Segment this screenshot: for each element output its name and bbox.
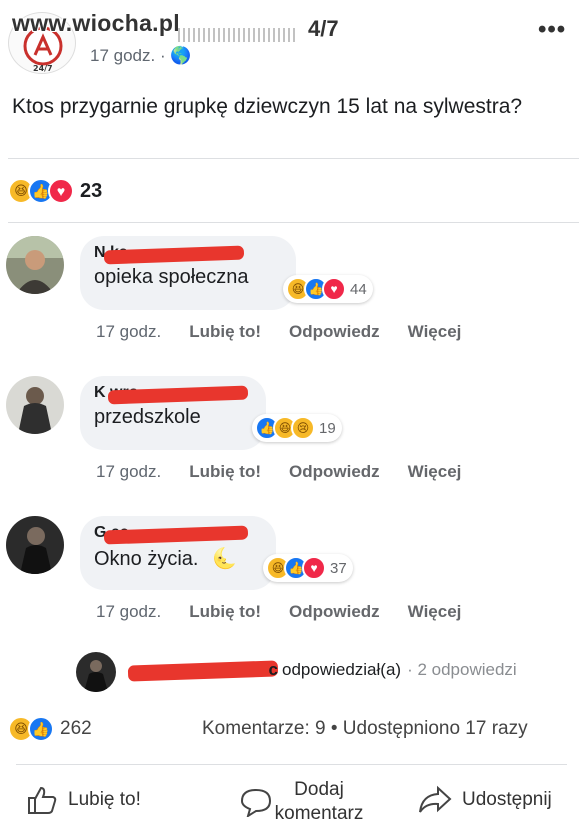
comment-text: Okno życia. 🌜 <box>94 546 262 571</box>
watermark-text: www.wiocha.pl <box>12 10 180 36</box>
redaction-mark <box>127 660 279 682</box>
page-name[interactable]: 4/7 <box>308 16 339 42</box>
reply-author-name-suffix: c <box>268 660 278 679</box>
commenter-name[interactable]: K wro <box>94 384 252 406</box>
thumbs-up-icon <box>28 786 57 814</box>
comment-text: przedszkole <box>94 406 201 428</box>
comment-like-button[interactable]: Lubię to! <box>189 322 261 342</box>
share-arrow-icon <box>419 785 452 813</box>
comment-bubble: G ec Okno życia. 🌜 <box>80 516 276 590</box>
view-replies-link[interactable]: c odpowiedział(a) · 2 odpowiedzi <box>127 660 517 682</box>
share-button[interactable]: Udostępnij <box>418 785 552 815</box>
comment-time[interactable]: 17 godz. <box>96 602 161 622</box>
commenter-avatar[interactable] <box>6 376 64 434</box>
comment-time[interactable]: 17 godz. <box>96 462 161 482</box>
divider <box>8 158 579 159</box>
comment-text: opieka społeczna <box>94 266 249 288</box>
sad-reaction-icon: 😢 <box>291 416 315 440</box>
comment-more-button[interactable]: Więcej <box>408 602 462 622</box>
post-reaction-count: 23 <box>80 179 103 202</box>
comment-bubble: K wro przedszkole <box>80 376 266 450</box>
reply-author-name: c <box>127 660 279 682</box>
commenter-avatar[interactable] <box>6 516 64 574</box>
post-timestamp[interactable]: 17 godz. · 🌎 <box>90 46 192 66</box>
comment-reply-button[interactable]: Odpowiedz <box>289 602 380 622</box>
comment-like-button[interactable]: Lubię to! <box>189 602 261 622</box>
comment-actions: 17 godz. Lubię to! Odpowiedz Więcej <box>96 602 461 622</box>
total-reaction-count: 262 <box>60 718 92 739</box>
divider <box>16 764 567 765</box>
like-reaction-icon: 👍 <box>28 716 54 742</box>
like-button-label: Lubię to! <box>68 789 141 810</box>
comment-reply-button[interactable]: Odpowiedz <box>289 462 380 482</box>
post-text: Ktos przygarnie grupkę dziewczyn 15 lat … <box>12 95 523 118</box>
comment-reaction-count: 44 <box>350 280 367 298</box>
comment-actions: 17 godz. Lubię to! Odpowiedz Więcej <box>96 322 461 342</box>
watermark-decoration <box>178 28 298 42</box>
comment-reactions[interactable]: 👍 😆 😢 19 <box>252 414 342 442</box>
svg-text:24/7: 24/7 <box>33 64 53 73</box>
more-options-icon[interactable]: ••• <box>538 16 566 44</box>
love-reaction-icon: ♥ <box>302 556 326 580</box>
comments-shares-summary[interactable]: Komentarze: 9 • Udostępniono 17 razy <box>202 718 528 740</box>
post-reactions-summary[interactable]: 😆 👍 ♥ 23 <box>8 178 102 204</box>
reply-verb: odpowiedział(a) <box>282 660 402 679</box>
comment-like-button[interactable]: Lubię to! <box>189 462 261 482</box>
comment-more-button[interactable]: Więcej <box>408 322 462 342</box>
comment-reactions[interactable]: 😆 👍 ♥ 37 <box>263 554 353 582</box>
comment-reaction-count: 19 <box>319 419 336 437</box>
comment-text-content: Okno życia. <box>94 548 199 570</box>
commenter-name[interactable]: G ec <box>94 524 262 546</box>
commenter-name[interactable]: N ka <box>94 244 282 266</box>
comment-actions: 17 godz. Lubię to! Odpowiedz Więcej <box>96 462 461 482</box>
commenter-avatar[interactable] <box>6 236 64 294</box>
comment-button-label: Dodaj komentarz <box>274 779 364 824</box>
love-reaction-icon: ♥ <box>322 277 346 301</box>
comment-button[interactable]: Dodaj komentarz <box>240 778 374 826</box>
comment-time[interactable]: 17 godz. <box>96 322 161 342</box>
comment-reply-button[interactable]: Odpowiedz <box>289 322 380 342</box>
divider <box>8 222 579 223</box>
comment-bubble: N ka opieka społeczna <box>80 236 296 310</box>
share-button-label: Udostępnij <box>462 789 552 810</box>
moon-face-emoji-icon: 🌜 <box>212 548 237 570</box>
comment-more-button[interactable]: Więcej <box>408 462 462 482</box>
love-reaction-icon: ♥ <box>48 178 74 204</box>
reaction-summary[interactable]: 😆 👍 262 <box>8 716 92 742</box>
reply-count: · 2 odpowiedzi <box>407 660 517 679</box>
like-button[interactable]: Lubię to! <box>26 785 141 815</box>
comment-reaction-count: 37 <box>330 559 347 577</box>
comment-reactions[interactable]: 😆 👍 ♥ 44 <box>283 275 373 303</box>
reply-author-avatar[interactable] <box>76 652 116 692</box>
